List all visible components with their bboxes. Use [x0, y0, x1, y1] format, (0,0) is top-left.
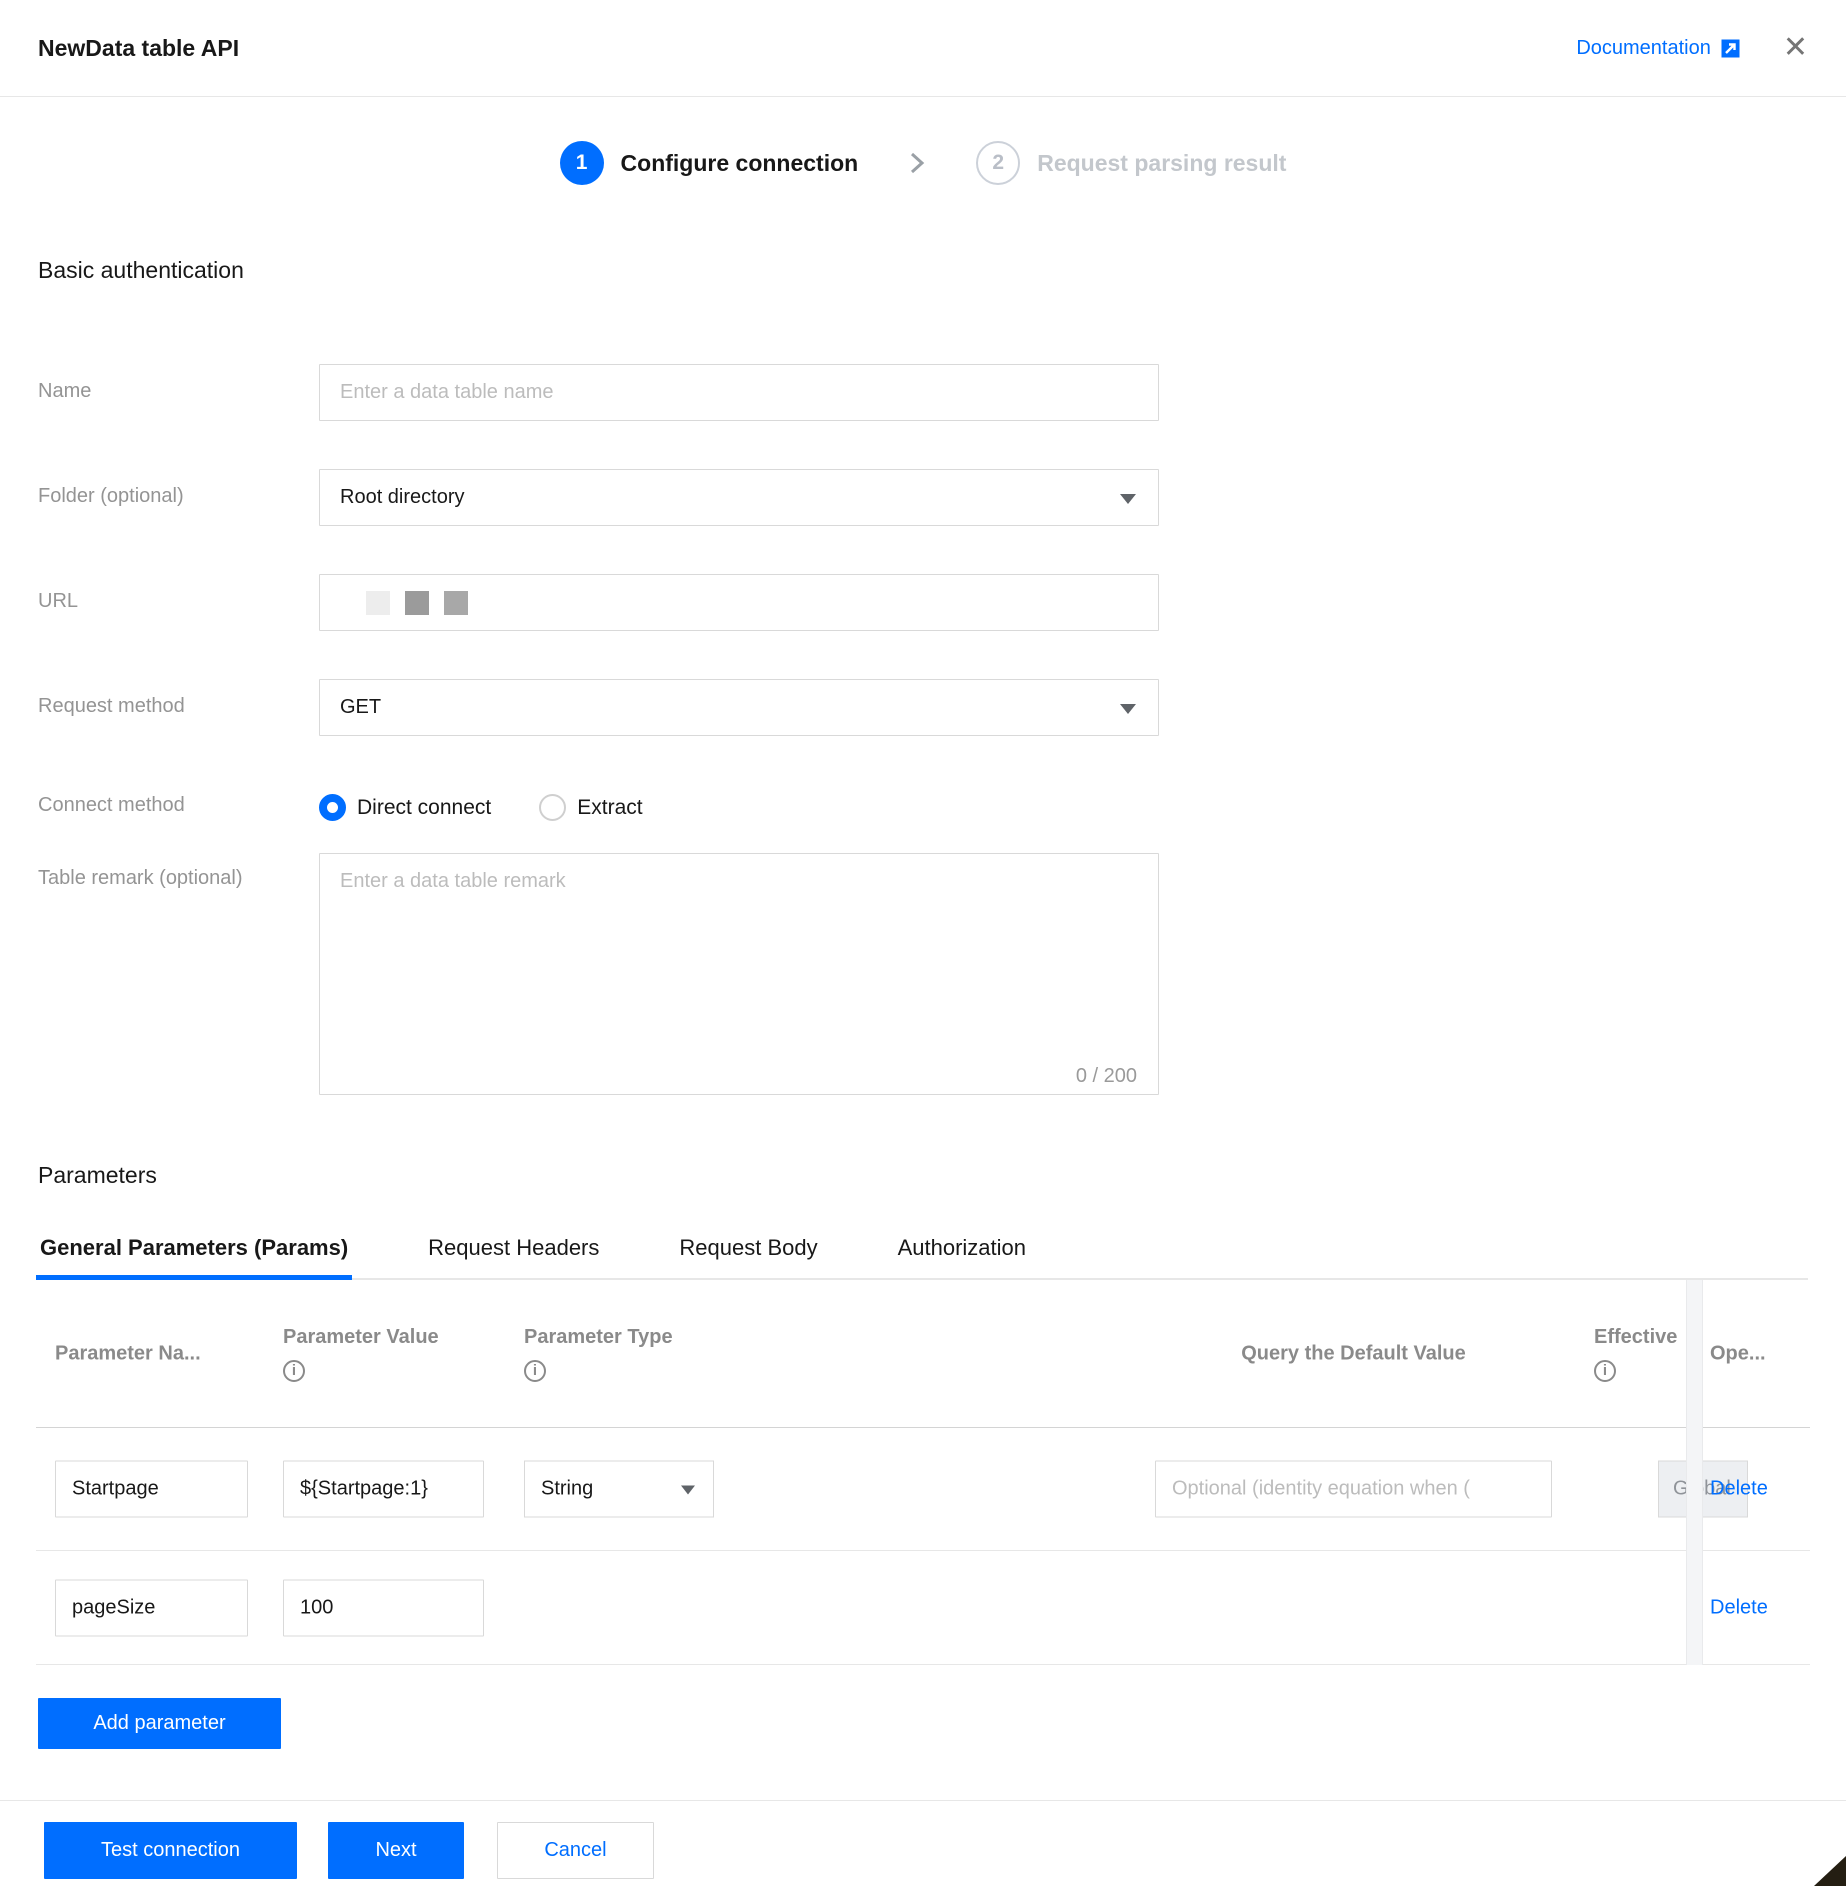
dialog-header: NewData table API Documentation ✕ — [0, 0, 1846, 97]
redacted-block — [405, 590, 429, 615]
test-connection-button[interactable]: Test connection — [44, 1822, 297, 1879]
basic-authentication-heading: Basic authentication — [38, 257, 244, 283]
character-counter: 0 / 200 — [1075, 1065, 1137, 1087]
step-2-circle: 2 — [976, 141, 1021, 185]
close-icon[interactable]: ✕ — [1783, 33, 1808, 63]
folder-select-value: Root directory — [340, 486, 465, 508]
request-method-label: Request method — [38, 695, 185, 717]
table-remark-label: Table remark (optional) — [38, 867, 243, 889]
param-type-select[interactable]: String — [524, 1460, 714, 1518]
folder-label: Folder (optional) — [38, 485, 184, 507]
table-remark-textarea[interactable] — [319, 853, 1159, 1095]
column-header-parameter-type-label: Parameter Type — [524, 1325, 673, 1348]
next-button[interactable]: Next — [328, 1822, 464, 1879]
delete-parameter-link[interactable]: Delete — [1710, 1596, 1768, 1618]
column-header-effective: Effective i — [1594, 1326, 1677, 1382]
chevron-down-icon — [681, 1485, 695, 1494]
external-link-icon — [1721, 39, 1740, 57]
documentation-link-label: Documentation — [1576, 36, 1711, 59]
info-icon[interactable]: i — [283, 1359, 305, 1382]
radio-direct-connect[interactable]: Direct connect — [319, 794, 491, 821]
step-2-label: Request parsing result — [1037, 149, 1287, 176]
radio-unselected-icon — [539, 794, 567, 821]
info-icon[interactable]: i — [1594, 1359, 1616, 1382]
table-row: Delete — [36, 1551, 1810, 1665]
parameters-tabs: General Parameters (Params) Request Head… — [36, 1235, 1808, 1280]
folder-select[interactable]: Root directory — [319, 469, 1159, 526]
table-row: String Global Delete — [36, 1428, 1810, 1551]
parameters-table: Parameter Na... Parameter Value i Parame… — [36, 1280, 1810, 1665]
param-value-input[interactable] — [283, 1579, 484, 1636]
documentation-link[interactable]: Documentation — [1576, 37, 1741, 60]
step-1-label: Configure connection — [620, 149, 859, 176]
connect-method-options: Direct connect Extract — [319, 784, 1159, 821]
chevron-down-icon — [1120, 493, 1136, 504]
table-header-row: Parameter Na... Parameter Value i Parame… — [36, 1280, 1810, 1428]
column-header-effective-label: Effective — [1594, 1325, 1678, 1348]
tab-request-body[interactable]: Request Body — [675, 1235, 821, 1278]
column-header-parameter-value: Parameter Value i — [283, 1326, 439, 1382]
step-configure-connection: 1 Configure connection — [559, 141, 859, 185]
column-header-parameter-name: Parameter Na... — [55, 1342, 201, 1364]
request-method-value: GET — [340, 696, 382, 718]
name-label: Name — [38, 380, 92, 402]
name-input[interactable] — [319, 364, 1159, 421]
tab-authorization[interactable]: Authorization — [894, 1235, 1030, 1278]
tab-request-headers[interactable]: Request Headers — [424, 1235, 603, 1278]
cancel-button[interactable]: Cancel — [497, 1822, 654, 1879]
param-default-input[interactable] — [1155, 1460, 1552, 1518]
dialog-title: NewData table API — [38, 34, 240, 61]
column-header-parameter-value-label: Parameter Value — [283, 1325, 439, 1348]
param-name-input[interactable] — [55, 1460, 248, 1518]
step-request-parsing-result: 2 Request parsing result — [976, 141, 1286, 185]
redacted-block — [366, 590, 390, 615]
table-scrollbar[interactable] — [1686, 1280, 1703, 1665]
tab-general-parameters[interactable]: General Parameters (Params) — [36, 1235, 353, 1280]
chevron-down-icon — [1120, 703, 1136, 714]
parameters-heading: Parameters — [38, 1162, 157, 1188]
param-value-input[interactable] — [283, 1460, 484, 1518]
new-data-table-api-dialog: NewData table API Documentation ✕ 1 Conf… — [0, 0, 1846, 1886]
url-label: URL — [38, 590, 79, 612]
step-1-circle: 1 — [559, 141, 604, 185]
basic-authentication-form: Name Folder (optional) Root directory UR… — [38, 364, 1846, 1100]
param-type-value: String — [541, 1477, 594, 1500]
dialog-footer: Test connection Next Cancel — [0, 1800, 1846, 1879]
column-header-query-default-value: Query the Default Value — [1241, 1342, 1466, 1364]
column-header-parameter-type: Parameter Type i — [524, 1326, 673, 1382]
connect-method-label: Connect method — [38, 794, 185, 816]
radio-selected-icon — [319, 794, 346, 821]
info-icon[interactable]: i — [524, 1359, 546, 1382]
delete-parameter-link[interactable]: Delete — [1710, 1478, 1768, 1500]
radio-direct-connect-label: Direct connect — [357, 795, 492, 819]
corner-resize-handle — [1814, 1856, 1846, 1886]
param-name-input[interactable] — [55, 1579, 248, 1636]
radio-extract[interactable]: Extract — [539, 794, 643, 821]
request-method-select[interactable]: GET — [319, 679, 1159, 736]
redacted-block — [444, 590, 468, 615]
add-parameter-button[interactable]: Add parameter — [38, 1698, 281, 1749]
column-header-operation: Ope... — [1710, 1342, 1766, 1364]
radio-extract-label: Extract — [577, 795, 643, 819]
url-input[interactable] — [319, 574, 1159, 631]
chevron-right-icon — [904, 148, 930, 178]
stepper: 1 Configure connection 2 Request parsing… — [0, 141, 1846, 185]
